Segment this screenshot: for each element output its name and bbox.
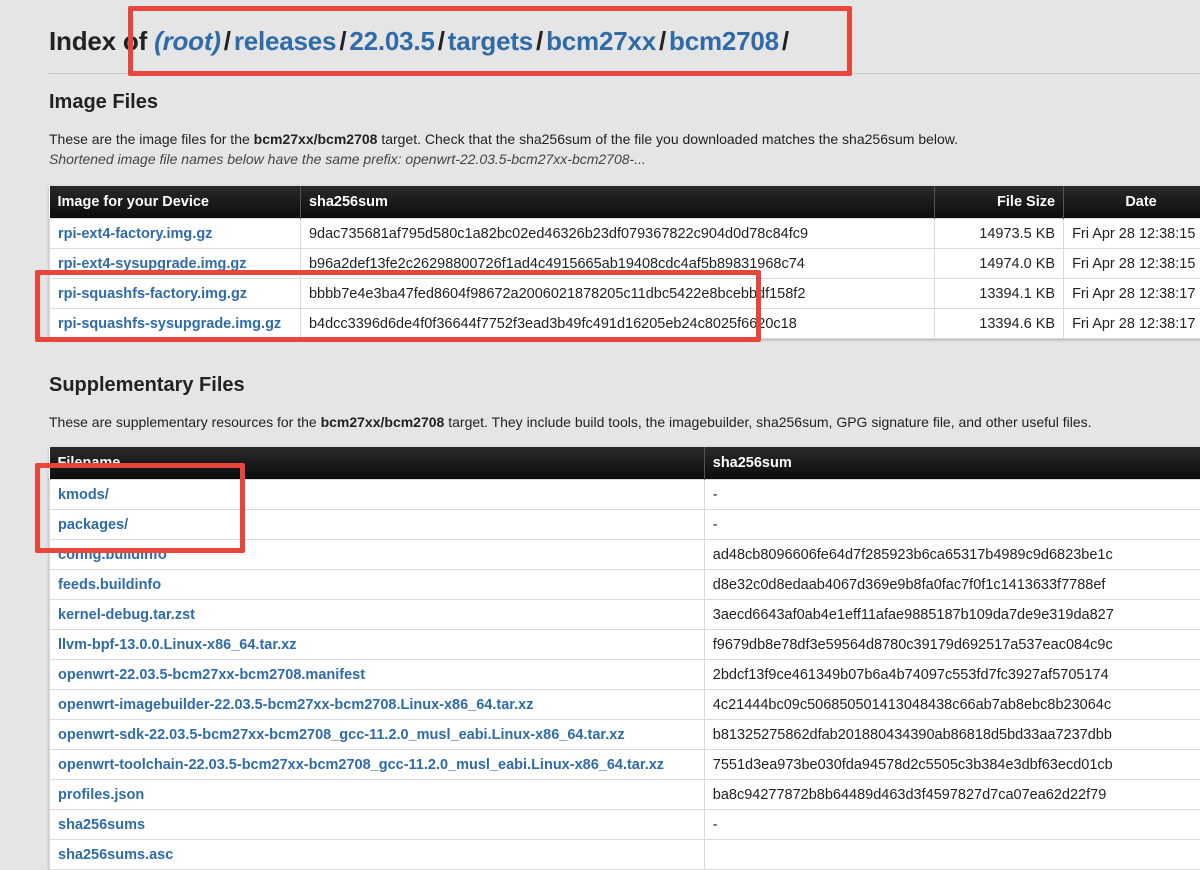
column-header-sha256[interactable]: sha256sum [300,186,934,219]
file-date: Fri Apr 28 12:38:15 [1064,219,1200,249]
column-header-sha256[interactable]: sha256sum [704,447,1200,480]
breadcrumb-bcm2708[interactable]: bcm2708 [669,26,779,56]
sha256-value: 9dac735681af795d580c1a82bc02ed46326b23df… [300,219,934,249]
sha256-value: 7551d3ea973be030fda94578d2c5505c3b384e3d… [704,750,1200,780]
supplementary-file-link[interactable]: sha256sums.asc [58,847,173,863]
sha256-value: b81325275862dfab201880434390ab86818d5bd3… [704,720,1200,750]
image-files-target: bcm27xx/bcm2708 [254,131,378,147]
supplementary-file-link[interactable]: packages/ [58,517,128,533]
breadcrumb-separator: / [782,26,789,56]
image-files-header-row: Image for your Device sha256sum File Siz… [50,186,1200,219]
image-file-link[interactable]: rpi-squashfs-factory.img.gz [58,286,247,302]
table-row: profiles.json ba8c94277872b8b64489d463d3f… [50,780,1200,810]
image-files-prefix-note: Shortened image file names below have th… [49,151,646,167]
sha256-value [704,840,1200,870]
sha256-value: 4c21444bc09c506850501413048438c66ab7ab8e… [704,690,1200,720]
sha256-value: - [704,510,1200,540]
column-header-size[interactable]: File Size [935,186,1064,219]
supplementary-file-link[interactable]: kernel-debug.tar.zst [58,607,195,623]
image-files-desc-prefix: These are the image files for the [49,131,254,147]
table-row: kmods/ - [50,480,1200,510]
file-size: 13394.1 KB [935,279,1064,309]
image-file-link[interactable]: rpi-ext4-sysupgrade.img.gz [58,256,247,272]
image-file-link[interactable]: rpi-ext4-factory.img.gz [58,226,212,242]
file-size: 13394.6 KB [935,309,1064,339]
breadcrumb-separator: / [438,26,445,56]
table-row: llvm-bpf-13.0.0.Linux-x86_64.tar.xz f9679… [50,630,1200,660]
image-files-table: Image for your Device sha256sum File Siz… [49,186,1200,339]
breadcrumb-bcm27xx[interactable]: bcm27xx [546,26,656,56]
breadcrumb-root[interactable]: (root) [154,26,221,56]
sha256-value: - [704,480,1200,510]
breadcrumb-separator: / [659,26,666,56]
breadcrumb-separator: / [224,26,231,56]
sha256-value: f9679db8e78df3e59564d8780c39179d692517a5… [704,630,1200,660]
supplementary-file-link[interactable]: profiles.json [58,787,144,803]
table-row: rpi-ext4-factory.img.gz 9dac735681af795d… [50,219,1200,249]
sha256-value: bbbb7e4e3ba47fed8604f98672a2006021878205… [300,279,934,309]
index-prefix: Index of [49,26,147,56]
image-file-link[interactable]: rpi-squashfs-sysupgrade.img.gz [58,316,281,332]
breadcrumb-releases[interactable]: releases [234,26,337,56]
supplementary-files-heading: Supplementary Files [49,374,245,397]
table-row: config.buildinfo ad48cb8096606fe64d7f2859… [50,540,1200,570]
file-date: Fri Apr 28 12:38:17 [1064,279,1200,309]
sha256-value: b4dcc3396d6de4f0f36644f7752f3ead3b49fc49… [300,309,934,339]
image-files-desc-suffix: target. Check that the sha256sum of the … [377,131,958,147]
breadcrumb-separator: / [339,26,346,56]
column-header-date[interactable]: Date [1064,186,1200,219]
supplementary-desc-prefix: These are supplementary resources for th… [49,414,321,430]
table-row: kernel-debug.tar.zst 3aecd6643af0ab4e1eff… [50,600,1200,630]
supplementary-file-link[interactable]: kmods/ [58,487,109,503]
sha256-value: b96a2def13fe2c26298800726f1ad4c4915665ab… [300,249,934,279]
supplementary-file-link[interactable]: openwrt-toolchain-22.03.5-bcm27xx-bcm270… [58,757,664,773]
header-divider [49,73,1200,74]
supplementary-file-link[interactable]: sha256sums [58,817,145,833]
table-row: feeds.buildinfo d8e32c0d8edaab4067d369e9b… [50,570,1200,600]
supplementary-file-link[interactable]: openwrt-imagebuilder-22.03.5-bcm27xx-bcm… [58,697,533,713]
table-row: rpi-squashfs-sysupgrade.img.gz b4dcc3396… [50,309,1200,339]
sha256-value: ad48cb8096606fe64d7f285923b6ca65317b4989… [704,540,1200,570]
supplementary-desc-suffix: target. They include build tools, the im… [444,414,1091,430]
table-row: rpi-squashfs-factory.img.gz bbbb7e4e3ba4… [50,279,1200,309]
image-files-description: These are the image files for the bcm27x… [49,129,958,169]
sha256-value: 3aecd6643af0ab4e1eff11afae9885187b109da7… [704,600,1200,630]
supplementary-header-row: Filename sha256sum [50,447,1200,480]
table-row: openwrt-imagebuilder-22.03.5-bcm27xx-bcm… [50,690,1200,720]
table-row: sha256sums - [50,810,1200,840]
table-row: openwrt-toolchain-22.03.5-bcm27xx-bcm270… [50,750,1200,780]
column-header-device[interactable]: Image for your Device [50,186,301,219]
sha256-value: ba8c94277872b8b64489d463d3f4597827d7ca07… [704,780,1200,810]
supplementary-files-table: Filename sha256sum kmods/ - packages/ - co… [49,447,1200,870]
breadcrumb-separator: / [536,26,543,56]
sha256-value: - [704,810,1200,840]
supplementary-files-description: These are supplementary resources for th… [49,412,1092,432]
supplementary-file-link[interactable]: llvm-bpf-13.0.0.Linux-x86_64.tar.xz [58,637,297,653]
table-row: packages/ - [50,510,1200,540]
sha256-value: 2bdcf13f9ce461349b07b6a4b74097c553fd7fc3… [704,660,1200,690]
file-size: 14973.5 KB [935,219,1064,249]
sha256-value: d8e32c0d8edaab4067d369e9b8fa0fac7f0f1c14… [704,570,1200,600]
file-size: 14974.0 KB [935,249,1064,279]
file-date: Fri Apr 28 12:38:15 [1064,249,1200,279]
column-header-filename[interactable]: Filename [50,447,705,480]
supplementary-file-link[interactable]: config.buildinfo [58,547,167,563]
table-row: sha256sums.asc [50,840,1200,870]
page-title: Index of (root)/releases/22.03.5/targets… [49,26,792,57]
image-files-heading: Image Files [49,91,158,114]
supplementary-file-link[interactable]: feeds.buildinfo [58,577,161,593]
breadcrumb-targets[interactable]: targets [448,26,533,56]
file-date: Fri Apr 28 12:38:17 [1064,309,1200,339]
breadcrumb-version[interactable]: 22.03.5 [349,26,434,56]
supplementary-target: bcm27xx/bcm2708 [321,414,445,430]
table-row: rpi-ext4-sysupgrade.img.gz b96a2def13fe2… [50,249,1200,279]
table-row: openwrt-sdk-22.03.5-bcm27xx-bcm2708_gcc-… [50,720,1200,750]
supplementary-file-link[interactable]: openwrt-22.03.5-bcm27xx-bcm2708.manifest [58,667,365,683]
supplementary-file-link[interactable]: openwrt-sdk-22.03.5-bcm27xx-bcm2708_gcc-… [58,727,625,743]
table-row: openwrt-22.03.5-bcm27xx-bcm2708.manifest… [50,660,1200,690]
